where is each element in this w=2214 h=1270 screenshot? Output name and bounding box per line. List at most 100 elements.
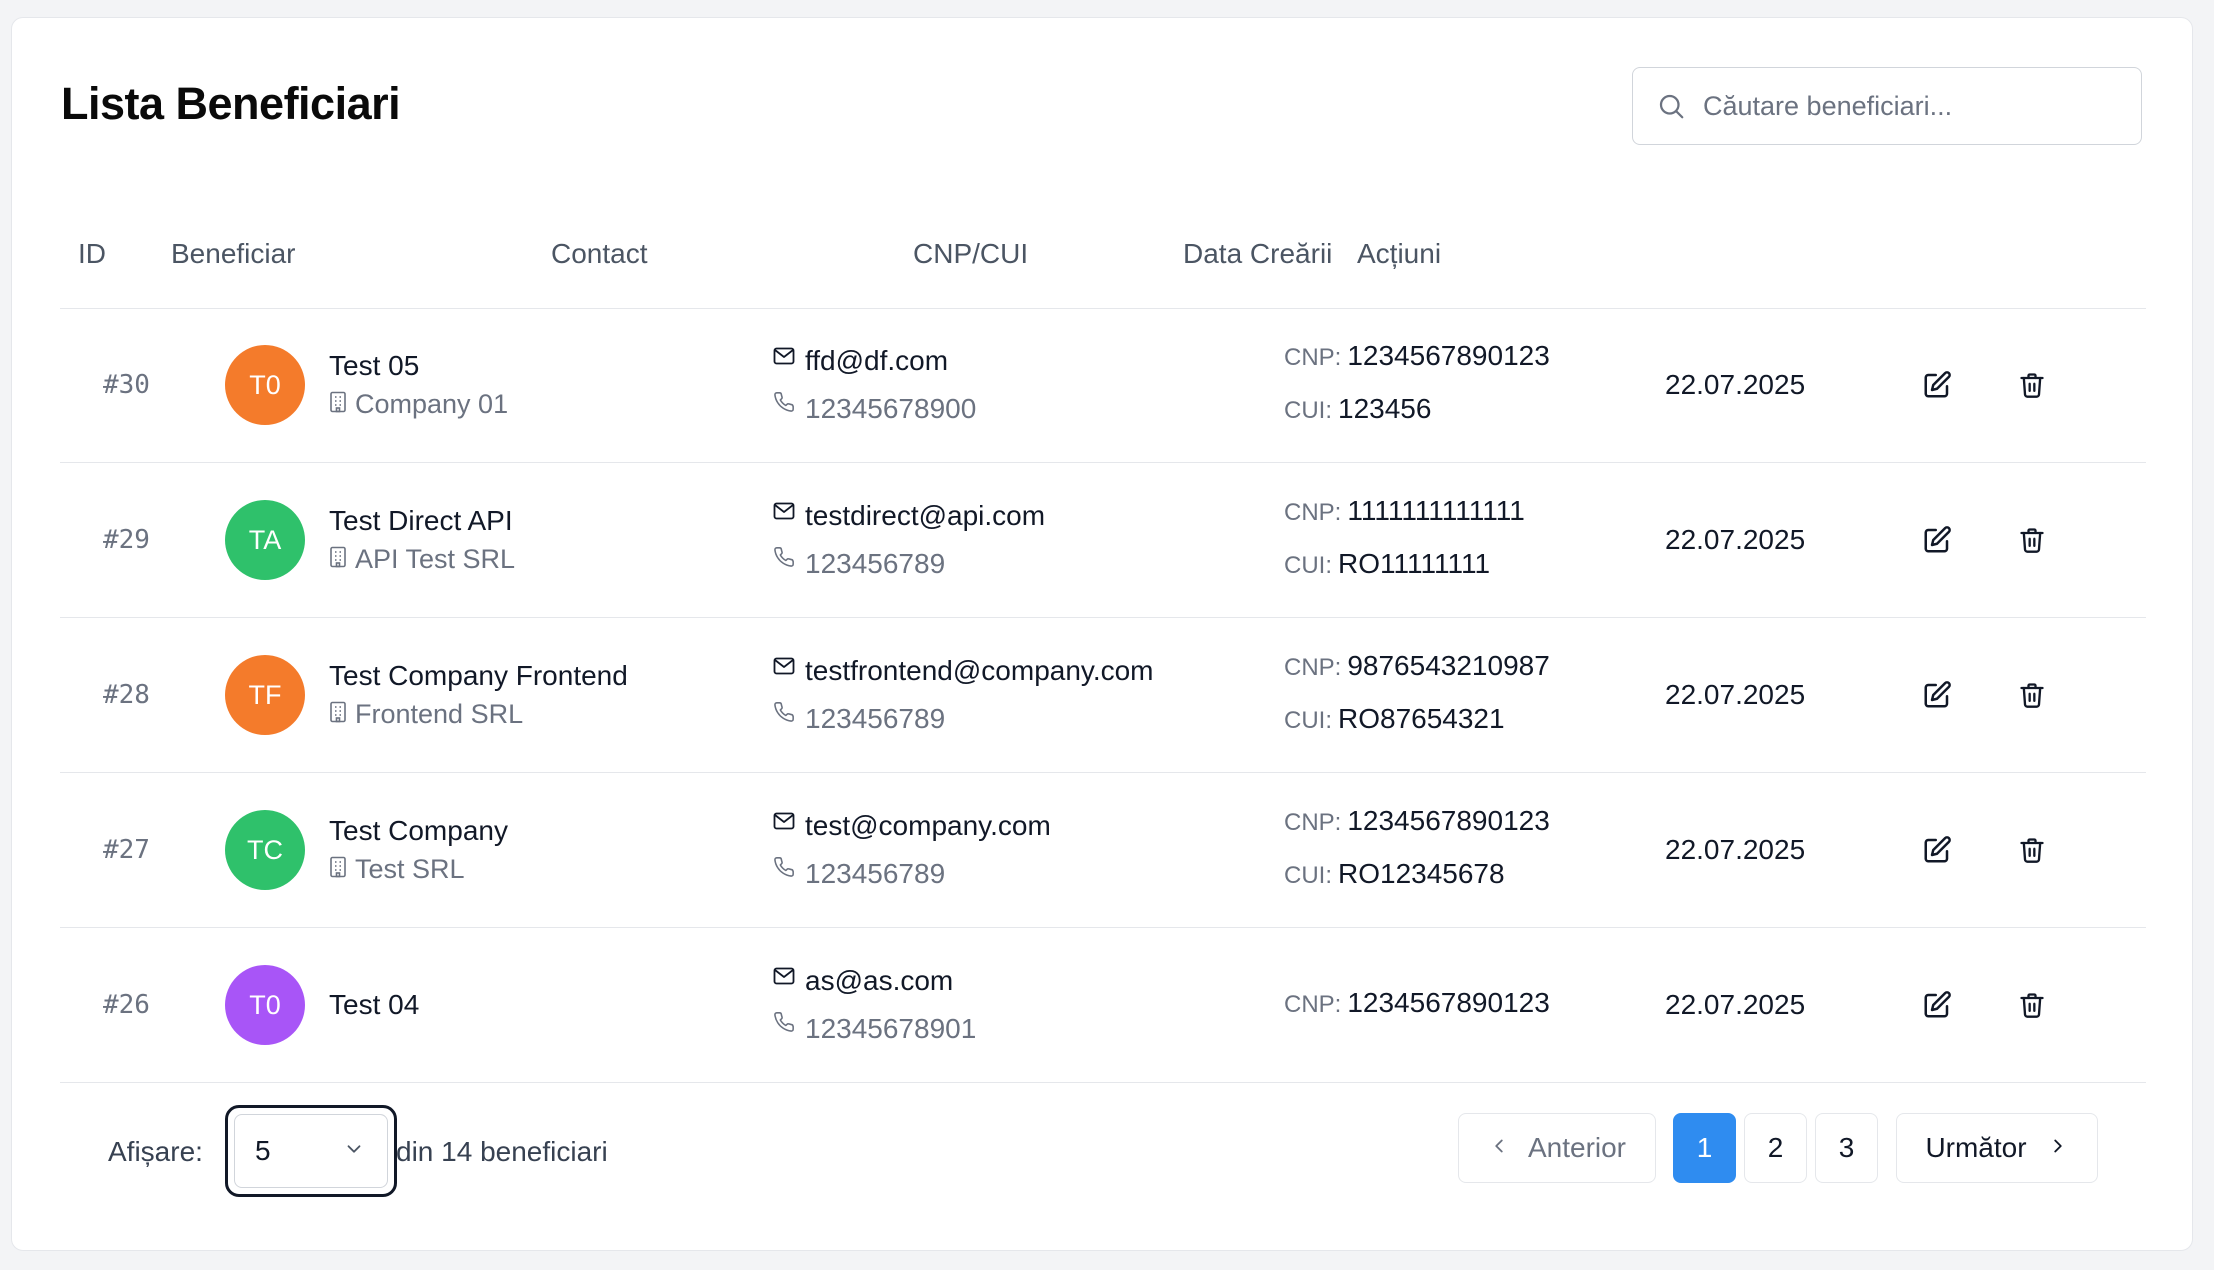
beneficiaries-card: Lista Beneficiari ID Beneficiar Contact … (11, 17, 2193, 1251)
phone-icon (773, 698, 795, 740)
email-value: testfrontend@company.com (805, 655, 1154, 686)
phone-value: 123456789 (805, 548, 946, 579)
column-header-created-date: Data Creării (1183, 238, 1333, 269)
email-line: ffd@df.com (773, 340, 976, 382)
created-date: 22.07.2025 (1665, 524, 1806, 555)
cnp-value: 9876543210987 (1347, 650, 1550, 681)
chevron-right-icon (2047, 1132, 2069, 1164)
created-date: 22.07.2025 (1665, 679, 1806, 710)
avatar: TF (225, 655, 305, 735)
cnp-label: CNP: (1284, 809, 1342, 836)
edit-icon[interactable] (1917, 675, 1957, 715)
company-name: API Test SRL (355, 544, 516, 574)
avatar-initials: T0 (249, 989, 281, 1020)
cnp-value: 1234567890123 (1347, 986, 1550, 1018)
pagination-bar: Afișare: 5 din 14 beneficiari Anterior 1… (12, 1078, 2194, 1238)
company-line: Company 01 (329, 385, 508, 423)
chevron-down-icon (343, 1135, 365, 1167)
table-row: #27 TC Test Company Test SRL test@compan… (60, 773, 2146, 928)
page-size-label: Afișare: (108, 1136, 203, 1167)
total-count-text: din 14 beneficiari (396, 1136, 608, 1167)
cnp-cui-cell: CNP: 9876543210987 CUI: RO87654321 (1284, 618, 1550, 772)
cui-label: CUI: (1284, 552, 1332, 579)
company-line: Test SRL (329, 850, 508, 888)
company-line: Frontend SRL (329, 695, 628, 733)
beneficiary-cell: Test 05 Company 01 (329, 308, 508, 462)
trash-icon[interactable] (2012, 365, 2052, 405)
beneficiary-name: Test Direct API (329, 505, 513, 536)
cnp-cui-cell: CNP: 1234567890123 CUI: 123456 (1284, 308, 1550, 462)
page-button-2[interactable]: 2 (1744, 1113, 1807, 1183)
avatar: T0 (225, 965, 305, 1045)
contact-cell: ffd@df.com 12345678900 (773, 308, 976, 462)
phone-icon (773, 853, 795, 895)
table-row: #30 T0 Test 05 Company 01 ffd@df.com 123… (60, 308, 2146, 463)
next-page-label: Următor (1925, 1132, 2027, 1163)
trash-icon[interactable] (2012, 675, 2052, 715)
table-row: #28 TF Test Company Frontend Frontend SR… (60, 618, 2146, 773)
edit-icon[interactable] (1917, 365, 1957, 405)
search-input[interactable] (1701, 89, 2125, 123)
cnp-line: CNP: 9876543210987 (1284, 645, 1550, 692)
mail-icon (773, 960, 795, 1002)
page-size-select[interactable]: 5 (225, 1105, 397, 1197)
cui-line: CUI: RO87654321 (1284, 698, 1550, 745)
mail-icon (773, 495, 795, 537)
avatar: TA (225, 500, 305, 580)
avatar-initials: T0 (249, 369, 281, 400)
trash-icon[interactable] (2012, 985, 2052, 1025)
column-header-beneficiary: Beneficiar (171, 238, 296, 269)
column-header-cnp-cui: CNP/CUI (913, 238, 1029, 269)
cnp-label: CNP: (1284, 990, 1342, 1018)
avatar: T0 (225, 345, 305, 425)
table-row: #26 T0 Test 04 as@as.com 12345678901 CNP… (60, 928, 2146, 1083)
previous-page-button[interactable]: Anterior (1458, 1113, 1656, 1183)
page-button-3[interactable]: 3 (1815, 1113, 1878, 1183)
cnp-cui-cell: CNP: 1234567890123 CUI: RO12345678 (1284, 773, 1550, 927)
email-line: testfrontend@company.com (773, 650, 1154, 692)
cui-value: RO87654321 (1338, 703, 1505, 734)
beneficiary-id: #28 (103, 680, 150, 710)
beneficiary-name: Test 04 (329, 989, 420, 1020)
cui-value: RO12345678 (1338, 858, 1505, 889)
beneficiary-id: #30 (103, 370, 150, 400)
building-icon (329, 695, 347, 733)
edit-icon[interactable] (1917, 520, 1957, 560)
phone-line: 12345678900 (773, 388, 976, 430)
beneficiary-cell: Test 04 (329, 928, 419, 1082)
building-icon (329, 540, 347, 578)
phone-line: 12345678901 (773, 1008, 976, 1050)
cnp-line: CNP: 1111111111111 (1284, 490, 1525, 537)
beneficiary-id: #29 (103, 525, 150, 555)
trash-icon[interactable] (2012, 830, 2052, 870)
avatar: TC (225, 810, 305, 890)
contact-cell: as@as.com 12345678901 (773, 928, 976, 1082)
cnp-cui-cell: CNP: 1111111111111 CUI: RO11111111 (1284, 463, 1525, 617)
building-icon (329, 385, 347, 423)
phone-value: 123456789 (805, 703, 946, 734)
column-header-id: ID (78, 238, 106, 269)
edit-icon[interactable] (1917, 830, 1957, 870)
building-icon (329, 850, 347, 888)
table-row: #29 TA Test Direct API API Test SRL test… (60, 463, 2146, 618)
email-value: ffd@df.com (805, 345, 949, 376)
page-button-1[interactable]: 1 (1673, 1113, 1736, 1183)
cnp-label: CNP: (1284, 654, 1342, 681)
contact-cell: testdirect@api.com 123456789 (773, 463, 1045, 617)
beneficiary-cell: Test Company Frontend Frontend SRL (329, 618, 628, 772)
phone-line: 123456789 (773, 543, 1045, 585)
trash-icon[interactable] (2012, 520, 2052, 560)
cnp-label: CNP: (1284, 344, 1342, 371)
phone-line: 123456789 (773, 853, 1051, 895)
cui-line: CUI: RO12345678 (1284, 853, 1550, 900)
edit-icon[interactable] (1917, 985, 1957, 1025)
previous-page-label: Anterior (1527, 1132, 1627, 1163)
email-line: test@company.com (773, 805, 1051, 847)
email-line: as@as.com (773, 960, 976, 1002)
next-page-button[interactable]: Următor (1896, 1113, 2098, 1183)
cnp-value: 1234567890123 (1347, 340, 1550, 371)
created-date: 22.07.2025 (1665, 989, 1806, 1020)
chevron-left-icon (1488, 1132, 1510, 1164)
email-value: as@as.com (805, 965, 954, 996)
search-box[interactable] (1632, 67, 2142, 145)
